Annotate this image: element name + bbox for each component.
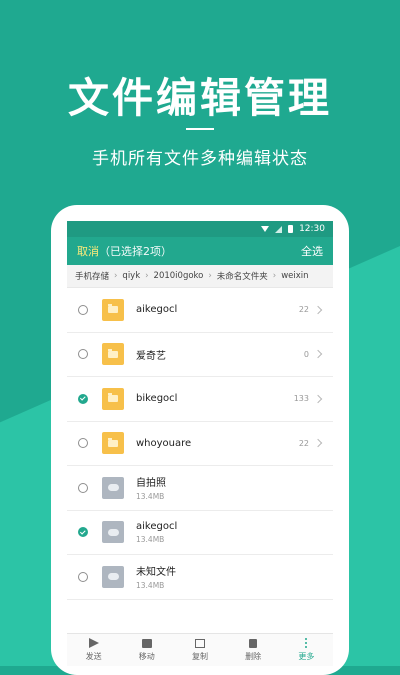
breadcrumb-item[interactable]: 手机存储 <box>75 270 109 282</box>
file-size: 13.4MB <box>136 492 165 502</box>
wifi-icon <box>261 226 270 232</box>
breadcrumb: 手机存储 › qiyk › 2010i0goko › 未命名文件夹 › weix… <box>67 265 333 288</box>
breadcrumb-item[interactable]: 2010i0goko <box>154 271 204 281</box>
chevron-right-icon <box>313 305 323 314</box>
folder-icon <box>102 343 124 366</box>
send-label: 发送 <box>85 652 102 661</box>
checkbox[interactable] <box>78 438 88 449</box>
file-row[interactable]: 未知文件 13.4MB <box>67 555 333 600</box>
file-row[interactable]: whoyouare 22 <box>67 422 333 466</box>
chevron-right-icon: › <box>145 271 149 281</box>
item-count: 22 <box>298 305 309 315</box>
file-name: 自拍照 <box>136 478 166 490</box>
delete-icon <box>249 638 258 648</box>
copy-icon <box>194 638 205 648</box>
status-time: 12:30 <box>299 224 325 234</box>
selected-count: （已选择2项） <box>99 245 172 258</box>
signal-icon <box>275 225 283 233</box>
select-all-button[interactable]: 全选 <box>301 243 323 259</box>
file-row[interactable]: 自拍照 13.4MB <box>67 466 333 511</box>
file-name: aikegocl <box>136 520 178 532</box>
file-name: aikegocl <box>136 304 178 316</box>
item-count: 0 <box>303 349 309 359</box>
file-row[interactable]: 爱奇艺 0 <box>67 333 333 377</box>
delete-button[interactable]: 删除 <box>228 638 278 662</box>
file-name: 爱奇艺 <box>136 350 166 362</box>
checkbox[interactable] <box>78 571 88 582</box>
move-button[interactable]: 移动 <box>122 638 172 662</box>
folder-icon <box>102 387 124 410</box>
more-label: 更多 <box>298 652 315 661</box>
send-icon <box>88 638 99 648</box>
folder-icon <box>102 298 124 321</box>
checkbox[interactable] <box>78 304 88 315</box>
move-label: 移动 <box>138 651 155 661</box>
cloud-image-icon <box>102 521 124 544</box>
file-row[interactable]: aikegocl 13.4MB <box>67 511 333 555</box>
file-name: bikegocl <box>136 393 178 405</box>
bottom-toolbar: 发送 移动 复制 删除 更多 <box>67 633 333 666</box>
file-row[interactable]: bikegocl 133 <box>67 377 333 422</box>
app-bar: 取消（已选择2项） 全选 <box>67 237 333 265</box>
cancel-button[interactable]: 取消 <box>77 245 99 258</box>
delete-label: 删除 <box>245 651 262 661</box>
item-count: 133 <box>293 394 309 404</box>
folder-icon <box>102 432 124 455</box>
breadcrumb-item[interactable]: qiyk <box>122 271 140 281</box>
copy-label: 复制 <box>191 651 208 661</box>
chevron-right-icon <box>313 439 323 448</box>
file-size: 13.4MB <box>136 534 165 544</box>
breadcrumb-item[interactable]: weixin <box>281 271 308 281</box>
checkbox-checked[interactable] <box>78 527 88 538</box>
chevron-right-icon: › <box>272 271 277 281</box>
checkbox-checked[interactable] <box>78 393 88 404</box>
checkbox[interactable] <box>78 349 88 360</box>
file-size: 13.4MB <box>136 581 165 591</box>
chevron-right-icon: › <box>114 271 118 281</box>
copy-button[interactable]: 复制 <box>175 638 225 662</box>
battery-icon <box>288 225 294 233</box>
breadcrumb-item[interactable]: 未命名文件夹 <box>217 270 268 282</box>
cloud-image-icon <box>102 565 124 588</box>
move-icon <box>141 638 152 648</box>
chevron-right-icon <box>313 350 323 359</box>
headline-divider <box>186 128 214 130</box>
item-count: 22 <box>298 438 309 448</box>
file-name: 未知文件 <box>136 567 176 579</box>
status-bar: 12:30 <box>67 221 333 237</box>
promo-subtitle: 手机所有文件多种编辑状态 <box>92 149 308 169</box>
file-row[interactable]: aikegocl 22 <box>67 288 333 333</box>
checkbox[interactable] <box>78 482 88 493</box>
file-name: whoyouare <box>136 437 192 449</box>
promo-headline: 文件编辑管理 <box>68 74 332 122</box>
phone-screen: 12:30 取消（已选择2项） 全选 手机存储 › qiyk › 2010i0g… <box>67 221 333 666</box>
more-icon <box>305 638 308 648</box>
send-button[interactable]: 发送 <box>69 638 119 662</box>
more-button[interactable]: 更多 <box>281 638 331 662</box>
cloud-image-icon <box>102 476 124 499</box>
chevron-right-icon: › <box>208 271 212 281</box>
file-list: aikegocl 22 爱奇艺 0 bikegocl 133 whoyouare… <box>67 288 333 600</box>
chevron-right-icon <box>313 394 323 403</box>
selection-info: 取消（已选择2项） <box>77 243 172 259</box>
